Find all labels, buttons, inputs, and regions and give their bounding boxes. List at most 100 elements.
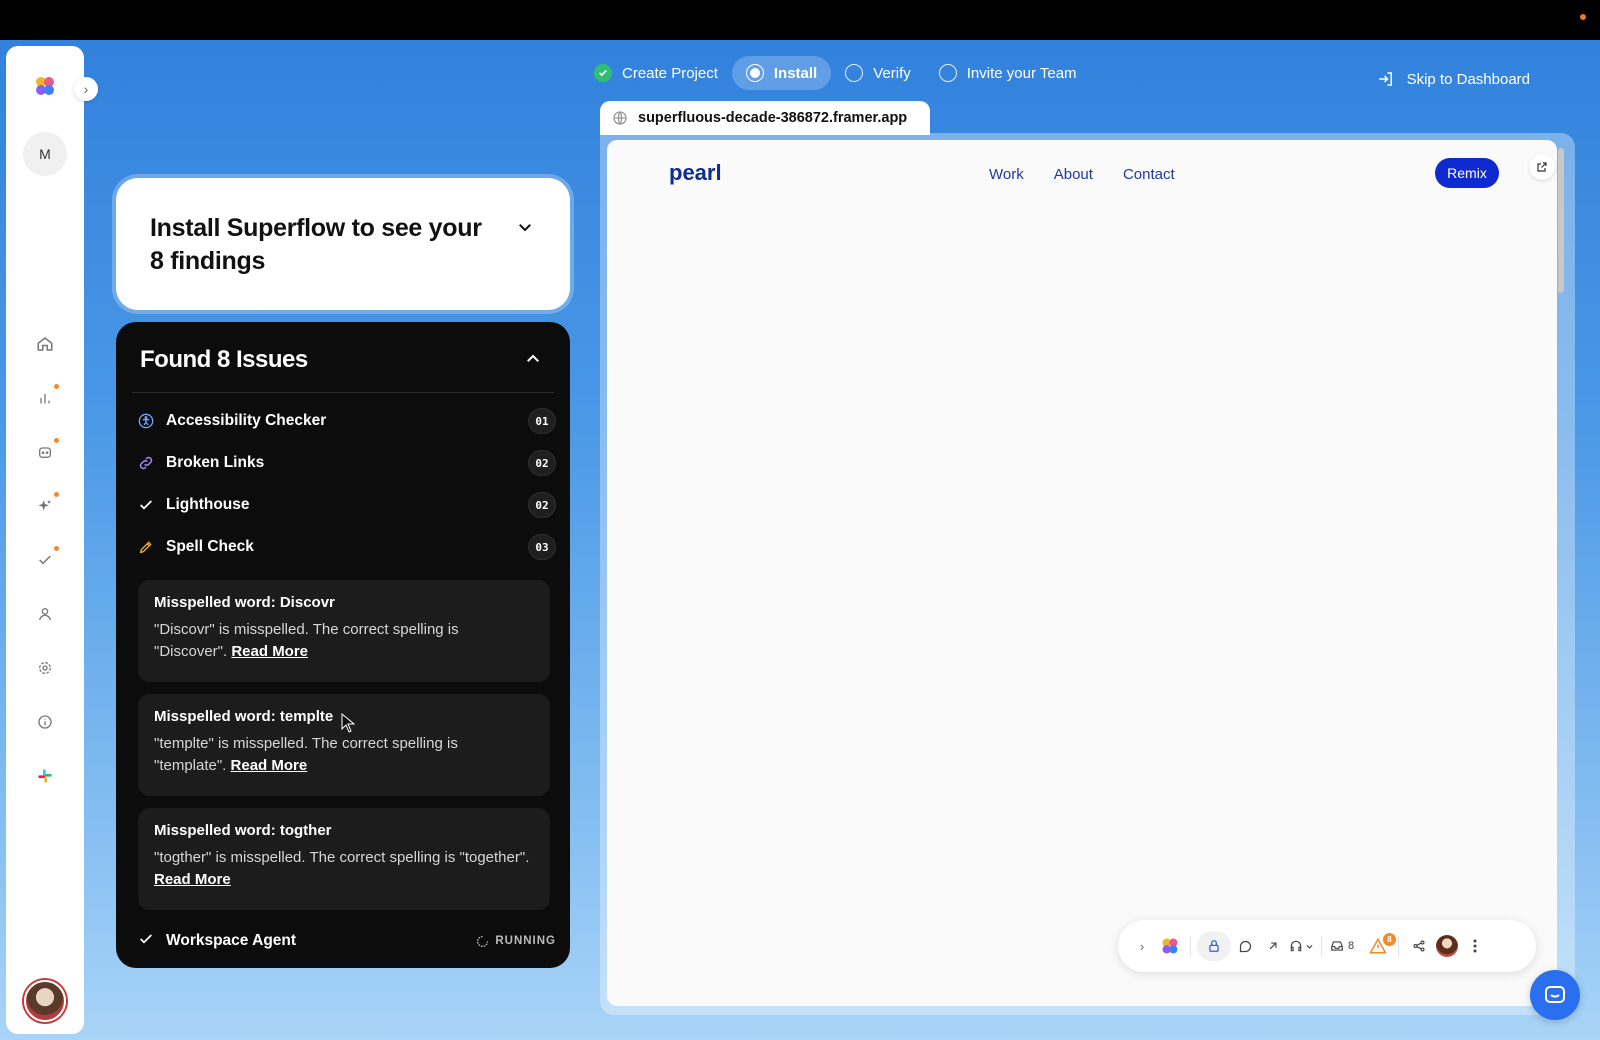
issue-count: 02 bbox=[528, 450, 556, 476]
onboarding-stepper: Create Project Install Verify Invite you… bbox=[580, 56, 1091, 90]
radio-active-icon bbox=[745, 64, 764, 82]
skip-to-dashboard-button[interactable]: Skip to Dashboard bbox=[1377, 70, 1530, 88]
system-top-bar bbox=[0, 0, 1600, 40]
user-avatar[interactable] bbox=[24, 980, 66, 1022]
comment-icon[interactable] bbox=[1231, 931, 1259, 961]
remix-button[interactable]: Remix bbox=[1435, 158, 1499, 188]
finding-title: Misspelled word: togther bbox=[154, 822, 332, 839]
finding-description: "togther" is misspelled. The correct spe… bbox=[154, 849, 530, 888]
notification-dot bbox=[54, 438, 59, 443]
issues-panel: Found 8 Issues Accessibility Checker 01 … bbox=[116, 322, 570, 968]
url-text: superfluous-decade-386872.framer.app bbox=[638, 110, 908, 126]
gear-icon[interactable] bbox=[33, 656, 57, 680]
user-icon[interactable] bbox=[33, 602, 57, 626]
finding-title: Misspelled word: Discovr bbox=[154, 594, 335, 611]
status-dot bbox=[1580, 14, 1586, 20]
step-label: Verify bbox=[873, 64, 911, 82]
arrow-up-right-icon[interactable] bbox=[1259, 931, 1287, 961]
external-link-icon bbox=[1537, 162, 1547, 172]
site-brand[interactable]: pearl bbox=[669, 160, 722, 186]
issue-label: Broken Links bbox=[166, 454, 265, 471]
issue-label: Accessibility Checker bbox=[166, 412, 327, 429]
radio-empty-icon bbox=[845, 64, 864, 82]
globe-icon bbox=[613, 111, 627, 125]
read-more-link[interactable]: Read More bbox=[154, 871, 231, 888]
skip-label: Skip to Dashboard bbox=[1406, 70, 1530, 88]
check-icon bbox=[138, 497, 154, 513]
headset-icon bbox=[1290, 940, 1301, 952]
notification-dot bbox=[54, 492, 59, 497]
info-icon[interactable] bbox=[33, 710, 57, 734]
share-icon[interactable] bbox=[1405, 931, 1433, 961]
inbox-icon bbox=[1331, 941, 1343, 951]
notification-dot bbox=[54, 384, 59, 389]
chevron-down-icon[interactable] bbox=[516, 218, 534, 236]
toolbar-avatar[interactable] bbox=[1433, 931, 1461, 961]
link-icon bbox=[138, 455, 154, 471]
preview-scrollbar[interactable] bbox=[1558, 148, 1564, 293]
site-nav-about[interactable]: About bbox=[1054, 166, 1093, 183]
chevron-right-icon[interactable]: › bbox=[1128, 931, 1156, 961]
step-label: Install bbox=[773, 64, 818, 82]
finding-card[interactable]: Misspelled word: togther "togther" is mi… bbox=[138, 808, 550, 910]
finding-card[interactable]: Misspelled word: templte "templte" is mi… bbox=[138, 694, 550, 796]
issue-count: 03 bbox=[528, 534, 556, 560]
workspace-agent-row[interactable]: Workspace Agent RUNNING bbox=[138, 926, 556, 956]
install-card[interactable]: Install Superflow to see your 8 findings bbox=[116, 178, 570, 310]
app-logo[interactable] bbox=[33, 74, 57, 98]
chat-launcher-button[interactable] bbox=[1530, 970, 1580, 1020]
issue-row-broken-links[interactable]: Broken Links 02 bbox=[138, 448, 556, 478]
avatar bbox=[1436, 935, 1458, 957]
divider bbox=[132, 392, 554, 393]
step-invite-team[interactable]: Invite your Team bbox=[925, 56, 1091, 90]
chevron-up-icon[interactable] bbox=[524, 350, 542, 368]
sidebar-expand-button[interactable]: › bbox=[74, 77, 98, 101]
issue-label: Spell Check bbox=[166, 538, 254, 555]
read-more-link[interactable]: Read More bbox=[231, 643, 308, 660]
spinner-icon bbox=[477, 935, 489, 947]
inbox-count: 8 bbox=[1347, 940, 1355, 952]
issue-count: 02 bbox=[528, 492, 556, 518]
chat-icon bbox=[1545, 986, 1565, 1003]
slack-icon[interactable] bbox=[33, 764, 57, 788]
inbox-button[interactable]: 8 bbox=[1328, 931, 1356, 961]
warning-button[interactable]: 8 bbox=[1364, 931, 1396, 961]
lock-toggle[interactable] bbox=[1197, 931, 1231, 961]
issue-row-accessibility[interactable]: Accessibility Checker 01 bbox=[138, 406, 556, 436]
home-icon[interactable] bbox=[33, 332, 57, 356]
warning-count: 8 bbox=[1383, 933, 1396, 946]
site-nav-contact[interactable]: Contact bbox=[1123, 166, 1175, 183]
superflow-logo-icon[interactable] bbox=[1156, 931, 1184, 961]
agent-status-text: RUNNING bbox=[495, 935, 556, 947]
agent-label: Workspace Agent bbox=[166, 932, 297, 949]
step-install[interactable]: Install bbox=[731, 56, 832, 90]
site-nav-work[interactable]: Work bbox=[989, 166, 1024, 183]
more-vertical-icon[interactable] bbox=[1461, 931, 1489, 961]
url-tab[interactable]: superfluous-decade-386872.framer.app bbox=[600, 101, 930, 135]
install-card-title: Install Superflow to see your 8 findings bbox=[150, 214, 482, 275]
notification-dot bbox=[54, 546, 59, 551]
lock-icon bbox=[1209, 940, 1219, 952]
workspace-avatar[interactable]: M bbox=[23, 132, 67, 176]
chart-icon[interactable] bbox=[33, 384, 59, 410]
mouse-cursor-icon bbox=[341, 713, 355, 733]
sparkle-icon[interactable] bbox=[33, 492, 59, 518]
finding-card[interactable]: Misspelled word: Discovr "Discovr" is mi… bbox=[138, 580, 550, 682]
step-label: Create Project bbox=[622, 64, 718, 82]
finding-description: "templte" is misspelled. The correct spe… bbox=[154, 735, 458, 774]
check-icon[interactable] bbox=[33, 546, 59, 572]
headset-dropdown[interactable] bbox=[1287, 931, 1315, 961]
step-create-project[interactable]: Create Project bbox=[580, 56, 732, 90]
bot-icon[interactable] bbox=[33, 438, 59, 464]
divider bbox=[1190, 936, 1191, 956]
divider bbox=[1321, 936, 1322, 956]
issue-row-lighthouse[interactable]: Lighthouse 02 bbox=[138, 490, 556, 520]
site-nav: Work About Contact bbox=[989, 166, 1175, 183]
open-external-button[interactable] bbox=[1529, 154, 1555, 180]
read-more-link[interactable]: Read More bbox=[231, 757, 308, 774]
step-verify[interactable]: Verify bbox=[831, 56, 925, 90]
issue-count: 01 bbox=[528, 408, 556, 434]
agent-status: RUNNING bbox=[476, 935, 556, 948]
issue-row-spell-check[interactable]: Spell Check 03 bbox=[138, 532, 556, 562]
radio-empty-icon bbox=[938, 64, 957, 82]
